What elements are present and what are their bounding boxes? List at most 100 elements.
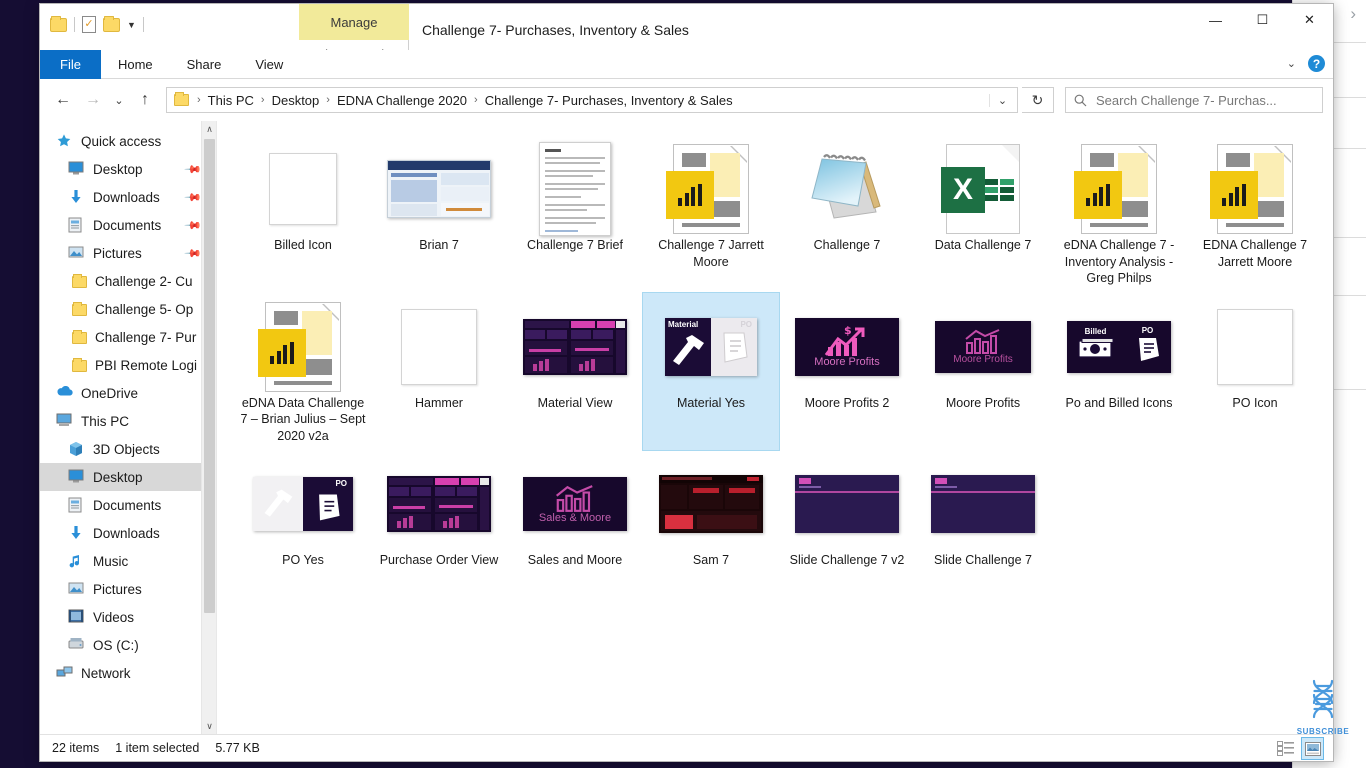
back-button[interactable]: ← bbox=[50, 87, 76, 113]
file-item[interactable]: Sales & Moore Sales and Moore bbox=[507, 450, 643, 575]
tab-view[interactable]: View bbox=[238, 50, 300, 79]
sidebar-item-label: Videos bbox=[93, 609, 135, 625]
sidebar-item-challenge-2[interactable]: Challenge 2- Cu bbox=[40, 267, 216, 295]
details-view-button[interactable] bbox=[1275, 738, 1296, 759]
file-explorer-window: ✓ ▼ Manage Picture Tools Challenge 7- Pu… bbox=[40, 4, 1333, 761]
sidebar-item-label: Documents bbox=[93, 217, 162, 233]
sidebar-item-pictures-quick[interactable]: Pictures 📌 bbox=[40, 239, 216, 267]
help-icon[interactable]: ? bbox=[1308, 55, 1325, 72]
minimize-button[interactable]: — bbox=[1192, 4, 1239, 36]
svg-text:$: $ bbox=[844, 325, 852, 337]
scroll-down-button[interactable]: ∨ bbox=[202, 718, 216, 734]
breadcrumb-item-edna-challenge-2020[interactable]: EDNA Challenge 2020 bbox=[333, 91, 471, 110]
sidebar-item-challenge-7[interactable]: Challenge 7- Pur bbox=[40, 323, 216, 351]
file-item[interactable]: Challenge 7 Jarrett Moore bbox=[643, 135, 779, 293]
tab-share[interactable]: Share bbox=[170, 50, 239, 79]
large-icons-view-button[interactable] bbox=[1301, 737, 1324, 760]
file-item[interactable]: Billed Icon bbox=[235, 135, 371, 293]
properties-icon[interactable]: ✓ bbox=[82, 16, 96, 33]
sidebar-item-desktop[interactable]: Desktop bbox=[40, 463, 216, 491]
report-thumb-purple bbox=[373, 456, 505, 552]
sidebar-item-onedrive[interactable]: OneDrive bbox=[40, 379, 216, 407]
file-list-view: Billed Icon Brian 7 Challenge 7 Brief Ch… bbox=[216, 121, 1333, 734]
breadcrumb-folder-icon bbox=[174, 92, 189, 106]
file-item[interactable]: Billed PO Po and Billed Icons bbox=[1051, 293, 1187, 451]
pin-icon[interactable]: 📌 bbox=[184, 244, 203, 262]
file-item[interactable]: Sam 7 bbox=[643, 450, 779, 575]
sidebar-item-network[interactable]: Network bbox=[40, 659, 216, 687]
breadcrumb-item-desktop[interactable]: Desktop bbox=[268, 91, 324, 110]
file-item[interactable]: Hammer bbox=[371, 293, 507, 451]
breadcrumb-item-this-pc[interactable]: This PC bbox=[204, 91, 258, 110]
money-icon bbox=[1077, 338, 1113, 358]
file-item[interactable]: Slide Challenge 7 bbox=[915, 450, 1051, 575]
profit-chart-outline-icon bbox=[965, 328, 1000, 354]
pin-icon[interactable]: 📌 bbox=[184, 188, 203, 206]
file-name: Purchase Order View bbox=[379, 553, 499, 567]
scrollbar-thumb[interactable] bbox=[204, 139, 215, 613]
pin-icon[interactable]: 📌 bbox=[184, 160, 203, 178]
sidebar-item-downloads[interactable]: Downloads bbox=[40, 519, 216, 547]
sidebar-item-documents-quick[interactable]: Documents 📌 bbox=[40, 211, 216, 239]
up-button[interactable]: ↑ bbox=[132, 87, 158, 113]
sidebar-scrollbar[interactable]: ∧ ∨ bbox=[201, 121, 216, 734]
powerbi-file-icon bbox=[1053, 141, 1185, 237]
file-item[interactable]: PO Icon bbox=[1187, 293, 1323, 451]
cube-icon bbox=[68, 441, 85, 458]
po-yes-thumb: PO bbox=[237, 456, 369, 552]
sidebar-item-desktop-quick[interactable]: Desktop 📌 bbox=[40, 155, 216, 183]
sidebar-item-os-c[interactable]: OS (C:) bbox=[40, 631, 216, 659]
tab-file[interactable]: File bbox=[40, 50, 101, 79]
pin-icon[interactable]: 📌 bbox=[184, 216, 203, 234]
file-item[interactable]: Moore Profits Moore Profits bbox=[915, 293, 1051, 451]
sidebar-item-quick-access[interactable]: Quick access bbox=[40, 127, 216, 155]
file-name: eDNA Challenge 7 - Inventory Analysis - … bbox=[1063, 238, 1175, 285]
forward-button[interactable]: → bbox=[80, 87, 106, 113]
address-bar: ← → ⌄ ↑ › This PC › Desktop › EDNA Chall… bbox=[40, 79, 1333, 121]
sidebar-item-3d-objects[interactable]: 3D Objects bbox=[40, 435, 216, 463]
new-folder-icon[interactable] bbox=[103, 15, 120, 32]
file-name: Material View bbox=[537, 395, 613, 410]
file-item[interactable]: Brian 7 bbox=[371, 135, 507, 293]
file-item-selected[interactable]: Material PO Material Yes bbox=[642, 291, 780, 451]
sidebar-item-this-pc[interactable]: This PC bbox=[40, 407, 216, 435]
breadcrumb[interactable]: › This PC › Desktop › EDNA Challenge 202… bbox=[166, 87, 1018, 113]
file-item[interactable]: eDNA Challenge 7 - Inventory Analysis - … bbox=[1051, 135, 1187, 293]
refresh-button[interactable]: ↻ bbox=[1022, 87, 1054, 113]
file-item[interactable]: Slide Challenge 7 v2 bbox=[779, 450, 915, 575]
file-item[interactable]: X Data Challenge 7 bbox=[915, 135, 1051, 293]
file-item[interactable]: Challenge 7 bbox=[779, 135, 915, 293]
maximize-button[interactable]: ☐ bbox=[1239, 4, 1286, 36]
file-name: Sam 7 bbox=[692, 553, 730, 567]
sidebar-item-documents[interactable]: Documents bbox=[40, 491, 216, 519]
file-item[interactable]: $ Moore Profits Moore Profits 2 bbox=[779, 293, 915, 451]
breadcrumb-dropdown-icon[interactable]: ⌄ bbox=[989, 93, 1015, 107]
sidebar-item-pbi-remote-login[interactable]: PBI Remote Logi bbox=[40, 351, 216, 379]
customize-toolbar-caret-icon[interactable]: ▼ bbox=[127, 20, 136, 30]
search-input[interactable]: Search Challenge 7- Purchas... bbox=[1096, 93, 1277, 108]
contextual-tab-group-manage[interactable]: Manage bbox=[299, 4, 409, 40]
large-icons-view-icon bbox=[1304, 741, 1321, 756]
tab-home[interactable]: Home bbox=[101, 50, 170, 79]
folder-icon[interactable] bbox=[50, 15, 67, 32]
recent-locations-button[interactable]: ⌄ bbox=[110, 87, 128, 113]
scroll-up-button[interactable]: ∧ bbox=[202, 121, 216, 137]
profit-chart-icon: $ bbox=[824, 325, 865, 356]
sidebar-item-challenge-5[interactable]: Challenge 5- Op bbox=[40, 295, 216, 323]
file-item[interactable]: eDNA Data Challenge 7 – Brian Julius – S… bbox=[235, 293, 371, 451]
file-item[interactable]: Purchase Order View bbox=[371, 450, 507, 575]
document-text-thumb bbox=[509, 141, 641, 237]
file-item[interactable]: Material View bbox=[507, 293, 643, 451]
sidebar-item-pictures[interactable]: Pictures bbox=[40, 575, 216, 603]
collapse-ribbon-icon[interactable]: ⌄ bbox=[1287, 57, 1296, 70]
sidebar-item-downloads-quick[interactable]: Downloads 📌 bbox=[40, 183, 216, 211]
sidebar-item-videos[interactable]: Videos bbox=[40, 603, 216, 631]
file-item[interactable]: Challenge 7 Brief bbox=[507, 135, 643, 293]
breadcrumb-item-current-folder[interactable]: Challenge 7- Purchases, Inventory & Sale… bbox=[481, 91, 737, 110]
file-item[interactable]: PO PO Yes bbox=[235, 450, 371, 575]
subscribe-widget[interactable]: SUBSCRIBE bbox=[1288, 677, 1358, 736]
file-item[interactable]: EDNA Challenge 7 Jarrett Moore bbox=[1187, 135, 1323, 293]
sidebar-item-music[interactable]: Music bbox=[40, 547, 216, 575]
search-box[interactable]: Search Challenge 7- Purchas... bbox=[1065, 87, 1323, 113]
close-button[interactable]: ✕ bbox=[1286, 4, 1333, 36]
